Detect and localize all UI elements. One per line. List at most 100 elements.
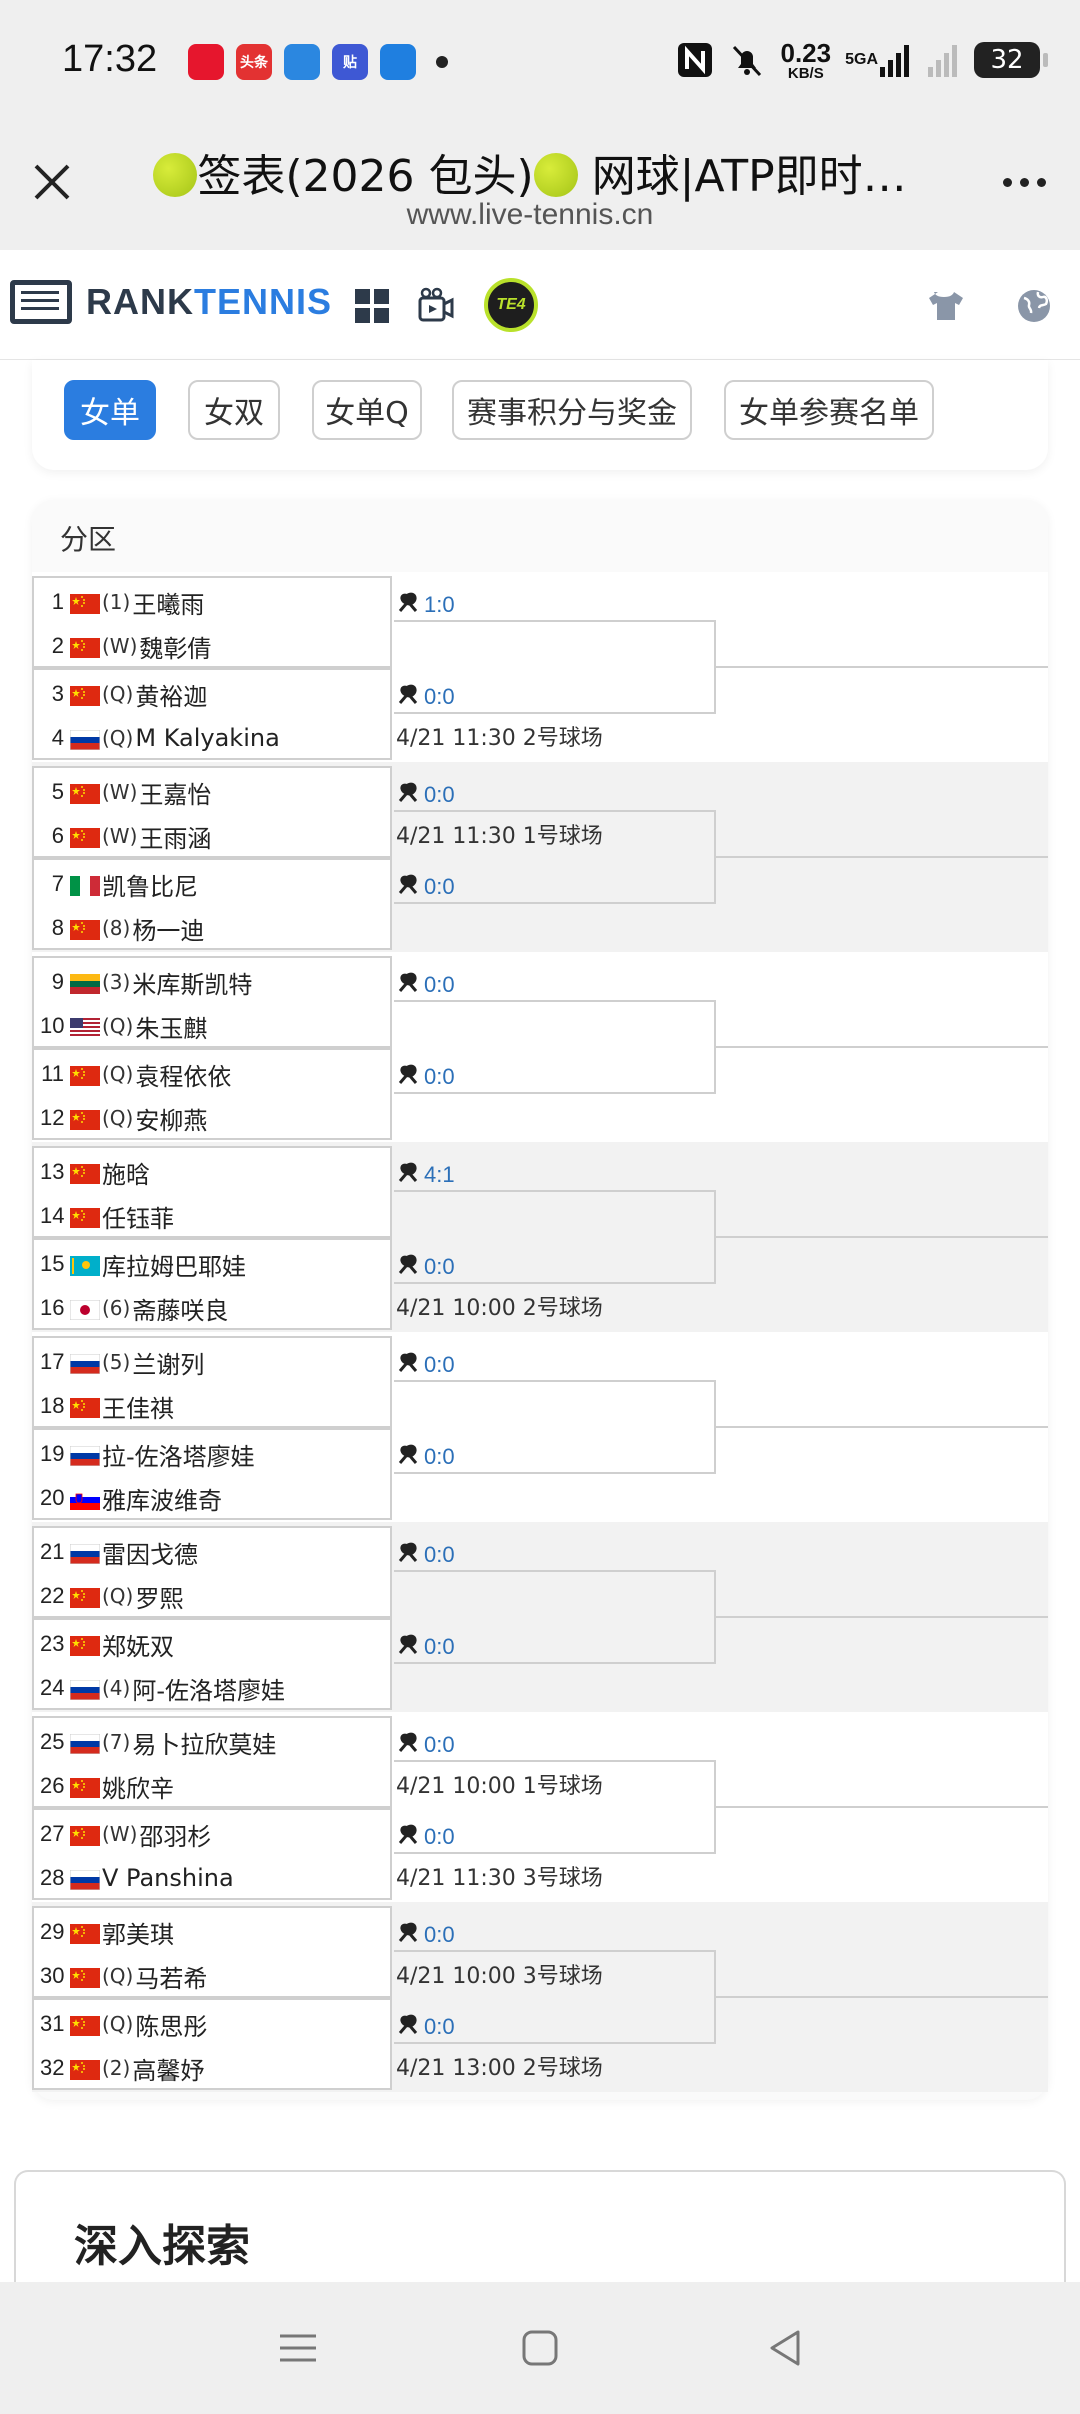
match-score[interactable]: 0:0 — [396, 870, 455, 904]
menu-icon[interactable] — [268, 2318, 328, 2378]
player-row[interactable]: 13 施晗 — [40, 1150, 150, 1194]
player-row[interactable]: 26 姚欣辛 — [40, 1764, 174, 1808]
match-score[interactable]: 0:0 — [396, 778, 455, 812]
player-row[interactable]: 25 (7) 易卜拉欣莫娃 — [40, 1720, 276, 1764]
player-name[interactable]: 斋藤咲良 — [132, 1291, 228, 1326]
player-name[interactable]: 高馨妤 — [132, 2051, 204, 2086]
player-row[interactable]: 3 (Q) 黄裕迦 — [40, 672, 208, 716]
player-name[interactable]: 施晗 — [102, 1155, 150, 1190]
match-card[interactable]: 29 郭美琪 30 (Q) 马若希 — [32, 1906, 392, 1998]
player-row[interactable]: 29 郭美琪 — [40, 1910, 174, 1954]
match-card[interactable]: 7 凯鲁比尼 8 (8) 杨一迪 — [32, 858, 392, 950]
player-row[interactable]: 1 (1) 王曦雨 — [40, 580, 205, 624]
player-row[interactable]: 5 (W) 王嘉怡 — [40, 770, 212, 814]
home-icon[interactable] — [510, 2318, 570, 2378]
player-row[interactable]: 15 库拉姆巴耶娃 — [40, 1242, 246, 1286]
player-name[interactable]: 易卜拉欣莫娃 — [132, 1725, 276, 1760]
player-row[interactable]: 16 (6) 斋藤咲良 — [40, 1286, 228, 1330]
player-name[interactable]: 魏彰倩 — [139, 629, 211, 664]
player-name[interactable]: 姚欣辛 — [102, 1769, 174, 1804]
player-name[interactable]: 郭美琪 — [102, 1915, 174, 1950]
tab-women-doubles[interactable]: 女双 — [188, 380, 280, 440]
player-row[interactable]: 23 郑妩双 — [40, 1622, 174, 1666]
player-row[interactable]: 27 (W) 邵羽杉 — [40, 1812, 211, 1856]
match-score[interactable]: 0:0 — [396, 968, 455, 1002]
ranktennis-logo[interactable]: RANKTENNIS — [10, 280, 332, 324]
player-name[interactable]: 雅库波维奇 — [102, 1481, 222, 1516]
player-row[interactable]: 9 (3) 米库斯凯特 — [40, 960, 253, 1004]
player-row[interactable]: 31 (Q) 陈思彤 — [40, 2002, 207, 2046]
player-name[interactable]: 库拉姆巴耶娃 — [102, 1247, 246, 1282]
te4-logo[interactable]: TE4 — [484, 278, 538, 332]
match-score[interactable]: 0:0 — [396, 1250, 455, 1284]
match-card[interactable]: 25 (7) 易卜拉欣莫娃 26 姚欣辛 — [32, 1716, 392, 1808]
player-row[interactable]: 28 V Panshina — [40, 1856, 234, 1900]
player-row[interactable]: 17 (5) 兰谢列 — [40, 1340, 204, 1384]
tab-women-singles-qualifying[interactable]: 女单Q — [312, 380, 422, 440]
player-row[interactable]: 18 王佳祺 — [40, 1384, 174, 1428]
match-card[interactable]: 13 施晗 14 任钰菲 — [32, 1146, 392, 1238]
match-card[interactable]: 1 (1) 王曦雨 2 (W) 魏彰倩 — [32, 576, 392, 668]
player-name[interactable]: 兰谢列 — [132, 1345, 204, 1380]
match-score[interactable]: 0:0 — [396, 1538, 455, 1572]
player-name[interactable]: V Panshina — [102, 1864, 234, 1892]
player-name[interactable]: 阿-佐洛塔廖娃 — [132, 1671, 285, 1706]
video-icon[interactable] — [416, 286, 456, 326]
player-row[interactable]: 4 (Q) M Kalyakina — [40, 716, 280, 760]
player-row[interactable]: 11 (Q) 袁程依依 — [40, 1052, 231, 1096]
match-score[interactable]: 4:1 — [396, 1158, 455, 1192]
match-card[interactable]: 21 雷因戈德 22 (Q) 罗熙 — [32, 1526, 392, 1618]
player-name[interactable]: 黄裕迦 — [135, 677, 207, 712]
match-score[interactable]: 0:0 — [396, 1630, 455, 1664]
player-row[interactable]: 30 (Q) 马若希 — [40, 1954, 207, 1998]
player-name[interactable]: 杨一迪 — [132, 911, 204, 946]
match-card[interactable]: 19 拉-佐洛塔廖娃 20 雅库波维奇 — [32, 1428, 392, 1520]
player-row[interactable]: 2 (W) 魏彰倩 — [40, 624, 212, 668]
player-name[interactable]: 袁程依依 — [135, 1057, 231, 1092]
player-row[interactable]: 14 任钰菲 — [40, 1194, 174, 1238]
match-card[interactable]: 9 (3) 米库斯凯特 10 (Q) 朱玉麒 — [32, 956, 392, 1048]
player-row[interactable]: 32 (2) 高馨妤 — [40, 2046, 204, 2090]
player-row[interactable]: 21 雷因戈德 — [40, 1530, 198, 1574]
match-card[interactable]: 23 郑妩双 24 (4) 阿-佐洛塔廖娃 — [32, 1618, 392, 1710]
player-name[interactable]: 安柳燕 — [135, 1101, 207, 1136]
more-options-icon[interactable] — [1003, 178, 1046, 187]
player-name[interactable]: 凯鲁比尼 — [102, 867, 198, 902]
match-score[interactable]: 0:0 — [396, 1728, 455, 1762]
match-card[interactable]: 11 (Q) 袁程依依 12 (Q) 安柳燕 — [32, 1048, 392, 1140]
player-name[interactable]: 王佳祺 — [102, 1389, 174, 1424]
match-score[interactable]: 0:0 — [396, 1820, 455, 1854]
player-name[interactable]: 邵羽杉 — [139, 1817, 211, 1852]
player-row[interactable]: 6 (W) 王雨涵 — [40, 814, 212, 858]
player-name[interactable]: 陈思彤 — [135, 2007, 207, 2042]
player-name[interactable]: 拉-佐洛塔廖娃 — [102, 1437, 255, 1472]
player-row[interactable]: 7 凯鲁比尼 — [40, 862, 198, 906]
grid-icon[interactable] — [352, 286, 392, 326]
globe-icon[interactable] — [1014, 286, 1054, 326]
match-card[interactable]: 31 (Q) 陈思彤 32 (2) 高馨妤 — [32, 1998, 392, 2090]
match-score[interactable]: 0:0 — [396, 1348, 455, 1382]
player-name[interactable]: 郑妩双 — [102, 1627, 174, 1662]
match-score[interactable]: 1:0 — [396, 588, 455, 622]
match-card[interactable]: 17 (5) 兰谢列 18 王佳祺 — [32, 1336, 392, 1428]
player-row[interactable]: 10 (Q) 朱玉麒 — [40, 1004, 207, 1048]
player-name[interactable]: 马若希 — [135, 1959, 207, 1994]
player-row[interactable]: 12 (Q) 安柳燕 — [40, 1096, 207, 1140]
match-score[interactable]: 0:0 — [396, 1440, 455, 1474]
match-score[interactable]: 0:0 — [396, 2010, 455, 2044]
player-row[interactable]: 24 (4) 阿-佐洛塔廖娃 — [40, 1666, 285, 1710]
match-card[interactable]: 3 (Q) 黄裕迦 4 (Q) M Kalyakina — [32, 668, 392, 760]
tab-points-prize-money[interactable]: 赛事积分与奖金 — [452, 380, 692, 440]
player-name[interactable]: 米库斯凯特 — [132, 965, 252, 1000]
match-card[interactable]: 15 库拉姆巴耶娃 16 (6) 斋藤咲良 — [32, 1238, 392, 1330]
match-score[interactable]: 0:0 — [396, 680, 455, 714]
match-card[interactable]: 5 (W) 王嘉怡 6 (W) 王雨涵 — [32, 766, 392, 858]
shirt-icon[interactable] — [926, 286, 966, 326]
player-name[interactable]: 王嘉怡 — [139, 775, 211, 810]
tab-women-singles[interactable]: 女单 — [64, 380, 156, 440]
player-row[interactable]: 19 拉-佐洛塔廖娃 — [40, 1432, 255, 1476]
player-row[interactable]: 8 (8) 杨一迪 — [40, 906, 205, 950]
player-name[interactable]: 罗熙 — [135, 1579, 183, 1614]
match-score[interactable]: 0:0 — [396, 1060, 455, 1094]
player-row[interactable]: 20 雅库波维奇 — [40, 1476, 222, 1520]
